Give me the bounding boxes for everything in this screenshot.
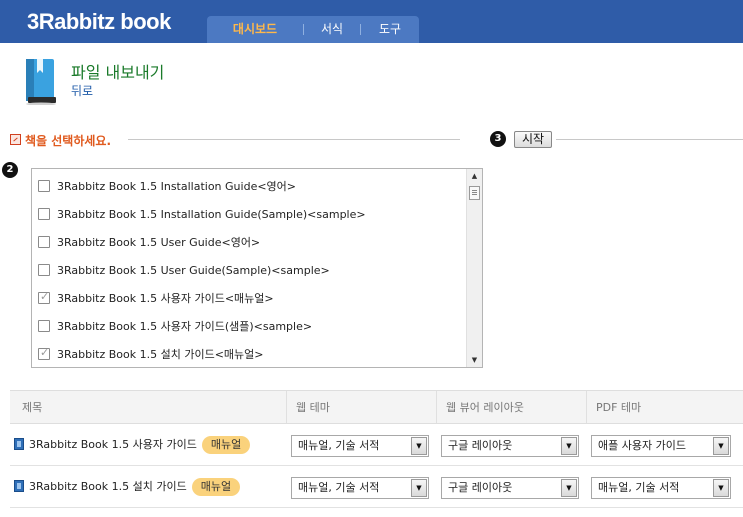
list-scrollbar[interactable]: ▲ ▼: [466, 169, 482, 367]
viewer-layout-select[interactable]: 구글 레이아웃 ▼: [441, 477, 579, 499]
book-title: 3Rabbitz Book 1.5 사용자 가이드: [29, 438, 197, 451]
section-divider-right: [556, 139, 743, 140]
select-value: 매뉴얼, 기술 서적: [298, 439, 380, 452]
nav-item-templates[interactable]: 서식: [304, 16, 360, 43]
top-header-bar: 3Rabbitz book 대시보드 서식 도구: [0, 0, 743, 43]
select-value: 매뉴얼, 기술 서적: [298, 481, 380, 494]
step-3-badge: 3: [490, 131, 506, 147]
list-item[interactable]: 3Rabbitz Book 1.5 Installation Guide<영어>: [38, 178, 296, 194]
book-icon: [26, 59, 56, 105]
book-checkbox[interactable]: [38, 236, 50, 248]
row-title: 3Rabbitz Book 1.5 사용자 가이드 매뉴얼: [29, 424, 251, 466]
list-item[interactable]: 3Rabbitz Book 1.5 User Guide<영어>: [38, 234, 260, 250]
row-title: 3Rabbitz Book 1.5 설치 가이드 매뉴얼: [29, 466, 241, 508]
pdf-theme-select[interactable]: 매뉴얼, 기술 서적 ▼: [591, 477, 731, 499]
book-checkbox[interactable]: [38, 346, 50, 360]
book-label: 3Rabbitz Book 1.5 User Guide(Sample)<sam…: [57, 263, 330, 277]
select-value: 매뉴얼, 기술 서적: [598, 481, 680, 494]
web-theme-select[interactable]: 매뉴얼, 기술 서적 ▼: [291, 477, 429, 499]
book-label: 3Rabbitz Book 1.5 Installation Guide(Sam…: [57, 207, 366, 221]
dropdown-arrow-icon[interactable]: ▼: [713, 479, 729, 497]
web-theme-select[interactable]: 매뉴얼, 기술 서적 ▼: [291, 435, 429, 457]
book-list[interactable]: 3Rabbitz Book 1.5 Installation Guide<영어>…: [31, 168, 483, 368]
start-button[interactable]: 시작: [514, 131, 552, 148]
column-header-web-theme: 웹 테마: [296, 401, 330, 414]
dropdown-arrow-icon[interactable]: ▼: [561, 479, 577, 497]
nav-item-tools[interactable]: 도구: [361, 16, 419, 43]
column-header-title: 제목: [22, 401, 43, 414]
book-icon: [14, 480, 24, 492]
select-value: 애플 사용자 가이드: [598, 439, 686, 452]
nav-item-dashboard[interactable]: 대시보드: [207, 16, 303, 43]
select-value: 구글 레이아웃: [448, 481, 513, 494]
dropdown-arrow-icon[interactable]: ▼: [411, 479, 427, 497]
category-badge: 매뉴얼: [191, 478, 241, 496]
column-header-viewer-layout: 웹 뷰어 레이아웃: [446, 401, 524, 414]
back-link[interactable]: 뒤로: [71, 82, 93, 99]
viewer-layout-select[interactable]: 구글 레이아웃 ▼: [441, 435, 579, 457]
book-icon: [14, 438, 24, 450]
book-checkbox[interactable]: [38, 290, 50, 304]
section-divider: [128, 139, 460, 140]
main-nav: 대시보드 서식 도구: [207, 16, 419, 43]
book-label: 3Rabbitz Book 1.5 사용자 가이드(샘플)<sample>: [57, 320, 313, 333]
page-title: 파일 내보내기: [71, 63, 165, 82]
book-checkbox[interactable]: [38, 264, 50, 276]
pdf-theme-select[interactable]: 애플 사용자 가이드 ▼: [591, 435, 731, 457]
column-header-pdf-theme: PDF 테마: [596, 401, 642, 414]
book-label: 3Rabbitz Book 1.5 사용자 가이드<매뉴얼>: [57, 292, 274, 305]
list-item[interactable]: 3Rabbitz Book 1.5 User Guide(Sample)<sam…: [38, 262, 330, 278]
dropdown-arrow-icon[interactable]: ▼: [713, 437, 729, 455]
book-title: 3Rabbitz Book 1.5 설치 가이드: [29, 480, 187, 493]
column-divider: [436, 391, 437, 423]
book-label: 3Rabbitz Book 1.5 설치 가이드<매뉴얼>: [57, 348, 264, 361]
book-checkbox[interactable]: [38, 208, 50, 220]
table-header: 제목 웹 테마 웹 뷰어 레이아웃 PDF 테마: [10, 390, 743, 424]
section-title: 책을 선택하세요.: [25, 134, 112, 148]
table-row: 3Rabbitz Book 1.5 설치 가이드 매뉴얼 매뉴얼, 기술 서적 ▼…: [10, 466, 743, 508]
list-item[interactable]: 3Rabbitz Book 1.5 사용자 가이드(샘플)<sample>: [38, 318, 312, 334]
edit-icon: [10, 134, 21, 145]
category-badge: 매뉴얼: [201, 436, 251, 454]
column-divider: [586, 391, 587, 423]
book-label: 3Rabbitz Book 1.5 User Guide<영어>: [57, 236, 261, 249]
export-settings-table: 제목 웹 테마 웹 뷰어 레이아웃 PDF 테마 3Rabbitz Book 1…: [10, 390, 743, 508]
scroll-down-arrow-icon[interactable]: ▼: [467, 353, 482, 367]
book-label: 3Rabbitz Book 1.5 Installation Guide<영어>: [57, 180, 297, 193]
app-logo[interactable]: 3Rabbitz book: [27, 9, 171, 35]
step-2-badge: 2: [2, 162, 18, 178]
list-item[interactable]: 3Rabbitz Book 1.5 Installation Guide(Sam…: [38, 206, 366, 222]
dropdown-arrow-icon[interactable]: ▼: [561, 437, 577, 455]
column-divider: [286, 391, 287, 423]
select-value: 구글 레이아웃: [448, 439, 513, 452]
book-checkbox[interactable]: [38, 180, 50, 192]
list-item[interactable]: 3Rabbitz Book 1.5 설치 가이드<매뉴얼>: [38, 346, 264, 362]
dropdown-arrow-icon[interactable]: ▼: [411, 437, 427, 455]
table-row: 3Rabbitz Book 1.5 사용자 가이드 매뉴얼 매뉴얼, 기술 서적 …: [10, 424, 743, 466]
book-checkbox[interactable]: [38, 320, 50, 332]
list-item[interactable]: 3Rabbitz Book 1.5 사용자 가이드<매뉴얼>: [38, 290, 274, 306]
scroll-up-arrow-icon[interactable]: ▲: [467, 169, 482, 183]
scroll-thumb[interactable]: [469, 186, 480, 200]
